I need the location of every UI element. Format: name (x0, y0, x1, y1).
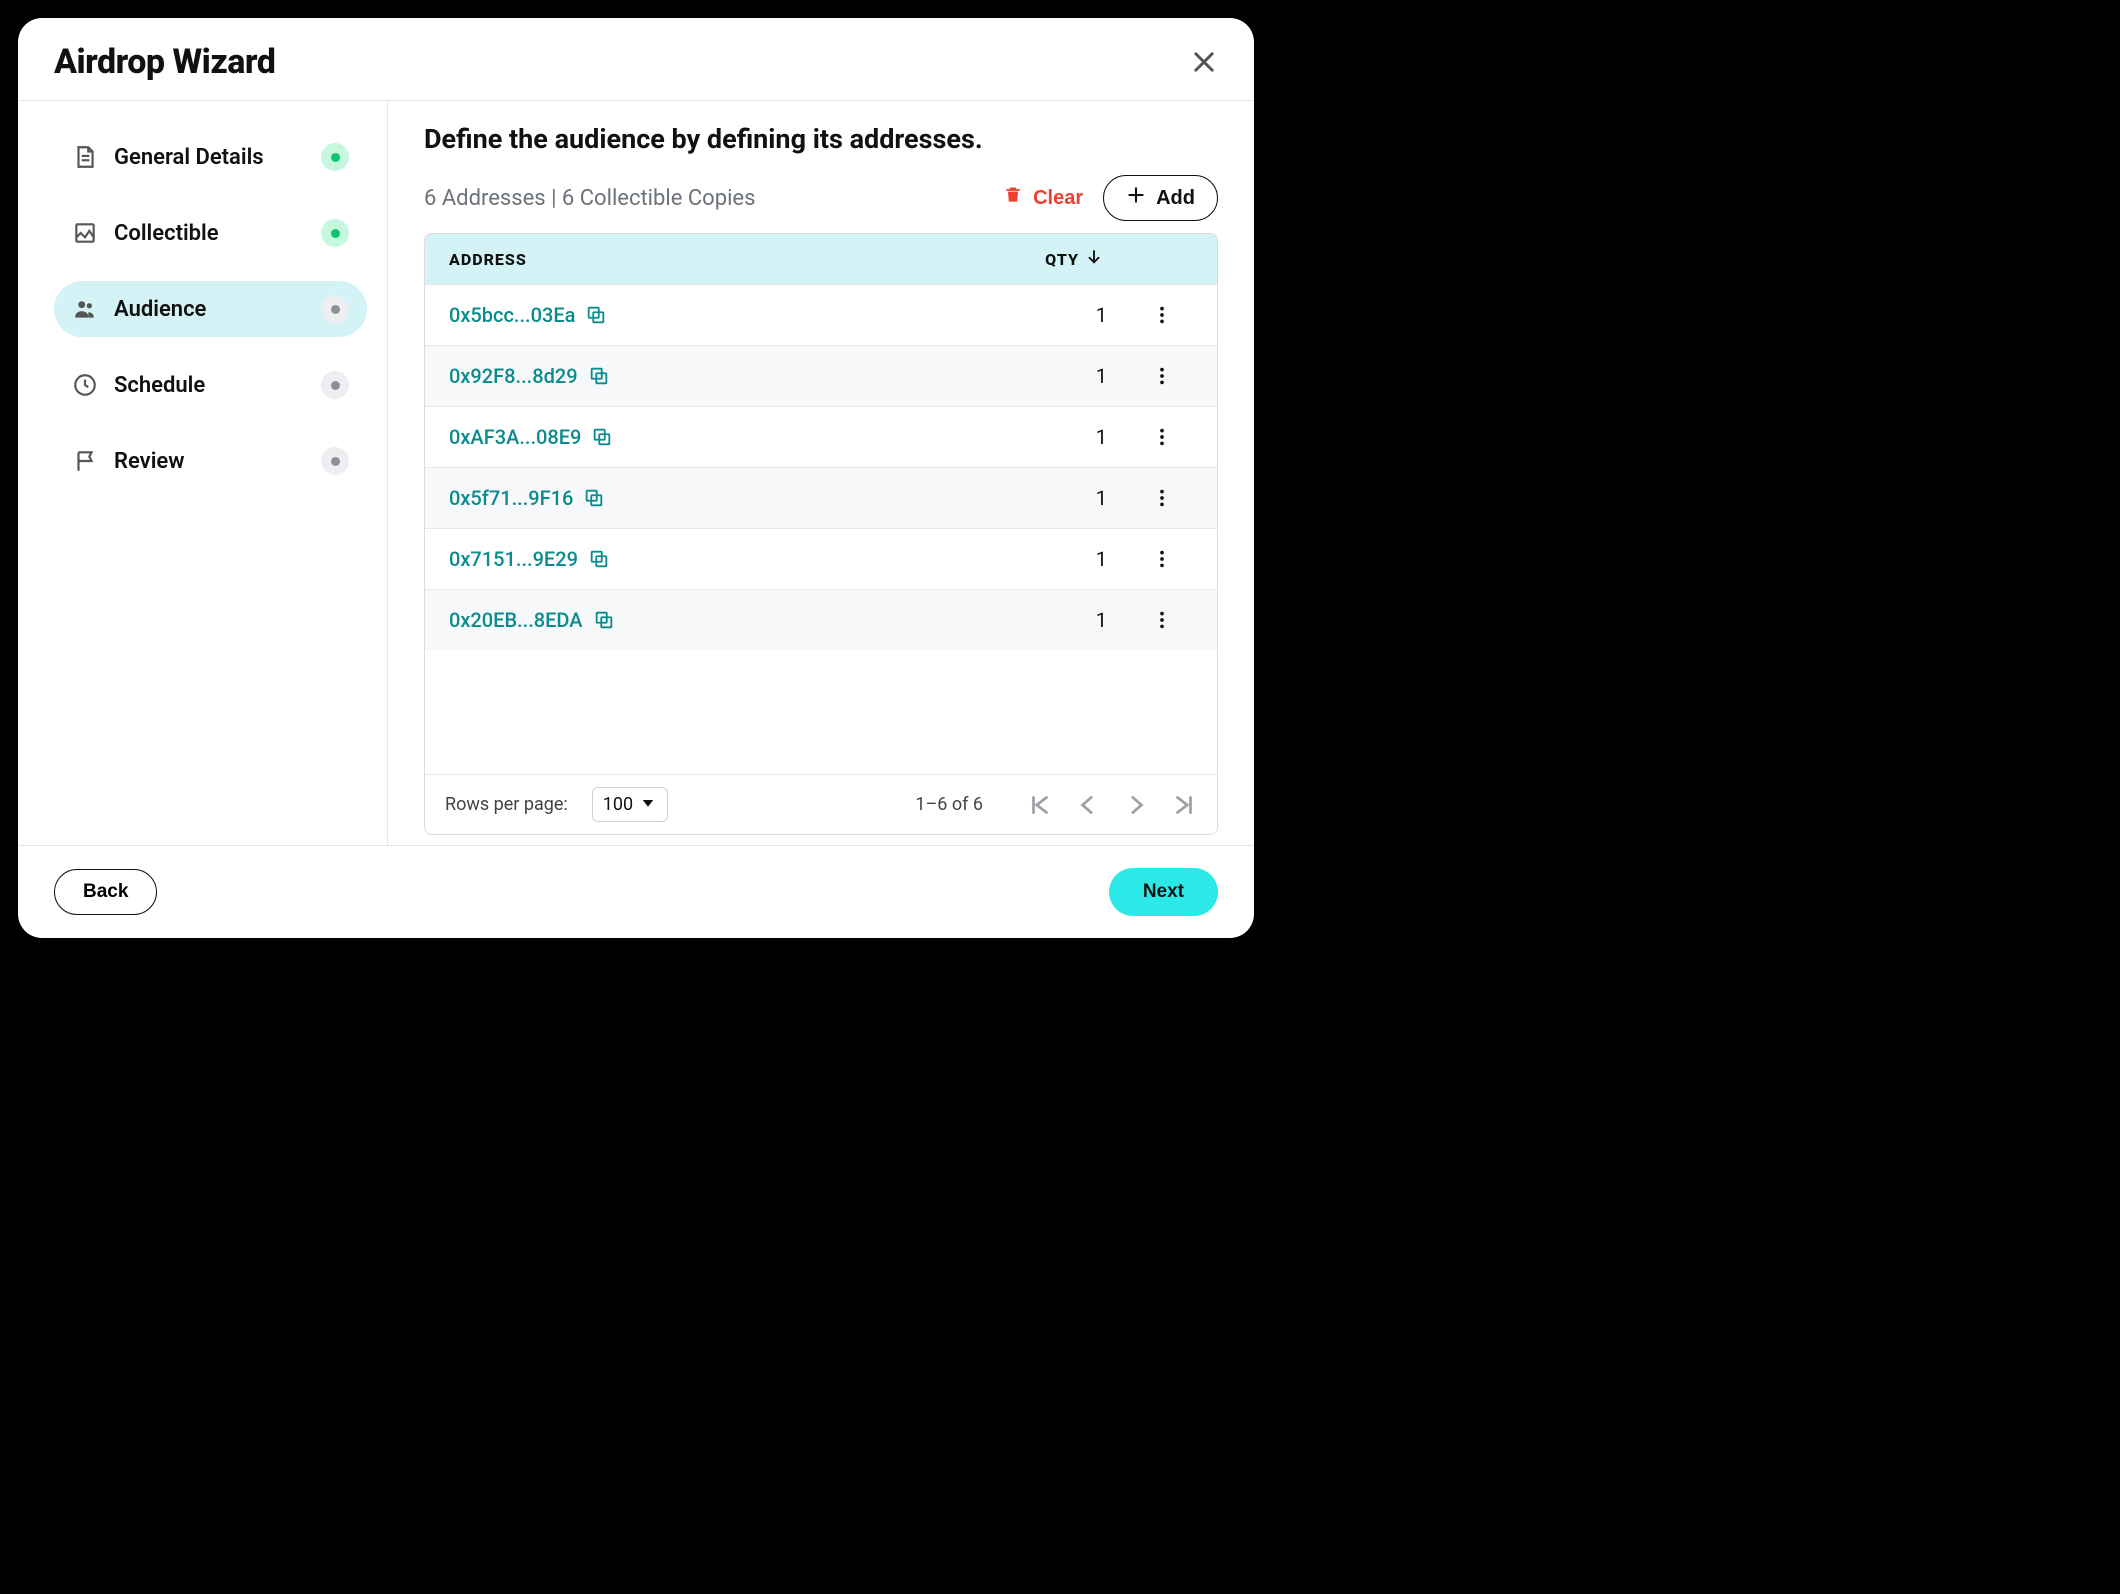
step-label: Schedule (114, 373, 205, 398)
trash-icon (1003, 185, 1023, 211)
table-row: 0x92F8...8d29 1 (425, 345, 1217, 406)
audience-summary: 6 Addresses | 6 Collectible Copies (424, 186, 983, 211)
copy-icon[interactable] (593, 609, 615, 631)
step-schedule[interactable]: Schedule (54, 357, 367, 413)
address-cell: 0x5bcc...03Ea (449, 303, 977, 327)
copy-icon[interactable] (591, 426, 613, 448)
table-row: 0x5bcc...03Ea 1 (425, 284, 1217, 345)
table-row: 0x20EB...8EDA 1 (425, 589, 1217, 650)
first-page-icon[interactable] (1027, 792, 1053, 818)
row-menu-icon[interactable] (1117, 365, 1207, 387)
row-menu-icon[interactable] (1117, 548, 1207, 570)
address-cell: 0x20EB...8EDA (449, 608, 977, 632)
prev-page-icon[interactable] (1075, 792, 1101, 818)
table-row: 0x5f71...9F16 1 (425, 467, 1217, 528)
modal-footer: Back Next (18, 845, 1254, 938)
col-header-qty[interactable]: QTY (963, 248, 1103, 270)
image-icon (72, 220, 98, 246)
status-dot-done-icon (321, 219, 349, 247)
pagination-buttons (1027, 792, 1197, 818)
pagination-bar: Rows per page: 100 1–6 of 6 (425, 774, 1217, 834)
copy-icon[interactable] (585, 304, 607, 326)
step-label: Review (114, 449, 185, 474)
copy-icon[interactable] (588, 365, 610, 387)
status-dot-done-icon (321, 143, 349, 171)
rows-per-page-select[interactable]: 100 (592, 787, 668, 822)
qty-cell: 1 (977, 425, 1117, 449)
row-menu-icon[interactable] (1117, 609, 1207, 631)
address-text[interactable]: 0x92F8...8d29 (449, 364, 578, 388)
sort-desc-icon (1085, 248, 1103, 270)
step-collectible[interactable]: Collectible (54, 205, 367, 261)
plus-icon (1126, 185, 1146, 211)
rows-per-page-label: Rows per page: (445, 794, 568, 815)
address-text[interactable]: 0x5f71...9F16 (449, 486, 573, 510)
modal-header: Airdrop Wizard (18, 18, 1254, 101)
clear-label: Clear (1033, 187, 1083, 210)
row-menu-icon[interactable] (1117, 426, 1207, 448)
row-menu-icon[interactable] (1117, 304, 1207, 326)
section-heading: Define the audience by defining its addr… (424, 123, 1218, 155)
step-review[interactable]: Review (54, 433, 367, 489)
table-body[interactable]: 0x5bcc...03Ea10x92F8...8d2910xAF3A...08E… (425, 284, 1217, 774)
main-panel: Define the audience by defining its addr… (388, 101, 1254, 845)
next-button[interactable]: Next (1109, 868, 1218, 916)
clear-button[interactable]: Clear (1003, 185, 1083, 211)
step-label: Collectible (114, 221, 219, 246)
address-cell: 0x7151...9E29 (449, 547, 977, 571)
address-text[interactable]: 0x20EB...8EDA (449, 608, 583, 632)
people-icon (72, 296, 98, 322)
address-text[interactable]: 0x5bcc...03Ea (449, 303, 575, 327)
flag-icon (72, 448, 98, 474)
wizard-modal: Airdrop Wizard General Details Collectib… (18, 18, 1254, 938)
add-label: Add (1156, 187, 1195, 210)
qty-cell: 1 (977, 303, 1117, 327)
address-text[interactable]: 0x7151...9E29 (449, 547, 578, 571)
copy-icon[interactable] (588, 548, 610, 570)
wizard-steps-sidebar: General Details Collectible Audience (18, 101, 388, 845)
rows-per-page-value: 100 (603, 794, 633, 815)
clock-icon (72, 372, 98, 398)
status-dot-pending-icon (321, 447, 349, 475)
row-menu-icon[interactable] (1117, 487, 1207, 509)
dropdown-triangle-icon (639, 794, 657, 815)
modal-title: Airdrop Wizard (54, 42, 275, 82)
qty-cell: 1 (977, 608, 1117, 632)
address-text[interactable]: 0xAF3A...08E9 (449, 425, 581, 449)
next-page-icon[interactable] (1123, 792, 1149, 818)
copy-icon[interactable] (583, 487, 605, 509)
close-icon[interactable] (1190, 48, 1218, 76)
last-page-icon[interactable] (1171, 792, 1197, 818)
status-dot-pending-icon (321, 371, 349, 399)
table-header-row: ADDRESS QTY (425, 234, 1217, 284)
document-icon (72, 144, 98, 170)
back-button[interactable]: Back (54, 869, 157, 915)
table-row: 0xAF3A...08E9 1 (425, 406, 1217, 467)
step-audience[interactable]: Audience (54, 281, 367, 337)
step-label: General Details (114, 145, 264, 170)
qty-cell: 1 (977, 364, 1117, 388)
address-cell: 0x92F8...8d29 (449, 364, 977, 388)
address-table: ADDRESS QTY 0x5bcc...03Ea 1 0x92F8...8d29 1… (424, 233, 1218, 835)
qty-cell: 1 (977, 547, 1117, 571)
step-label: Audience (114, 297, 206, 322)
pagination-range: 1–6 of 6 (915, 794, 983, 815)
address-cell: 0xAF3A...08E9 (449, 425, 977, 449)
qty-cell: 1 (977, 486, 1117, 510)
table-row: 0x7151...9E29 1 (425, 528, 1217, 589)
action-row: 6 Addresses | 6 Collectible Copies Clear… (424, 175, 1218, 221)
address-cell: 0x5f71...9F16 (449, 486, 977, 510)
add-button[interactable]: Add (1103, 175, 1218, 221)
col-header-address[interactable]: ADDRESS (449, 250, 963, 269)
modal-body: General Details Collectible Audience (18, 101, 1254, 845)
step-general-details[interactable]: General Details (54, 129, 367, 185)
status-dot-pending-icon (321, 295, 349, 323)
